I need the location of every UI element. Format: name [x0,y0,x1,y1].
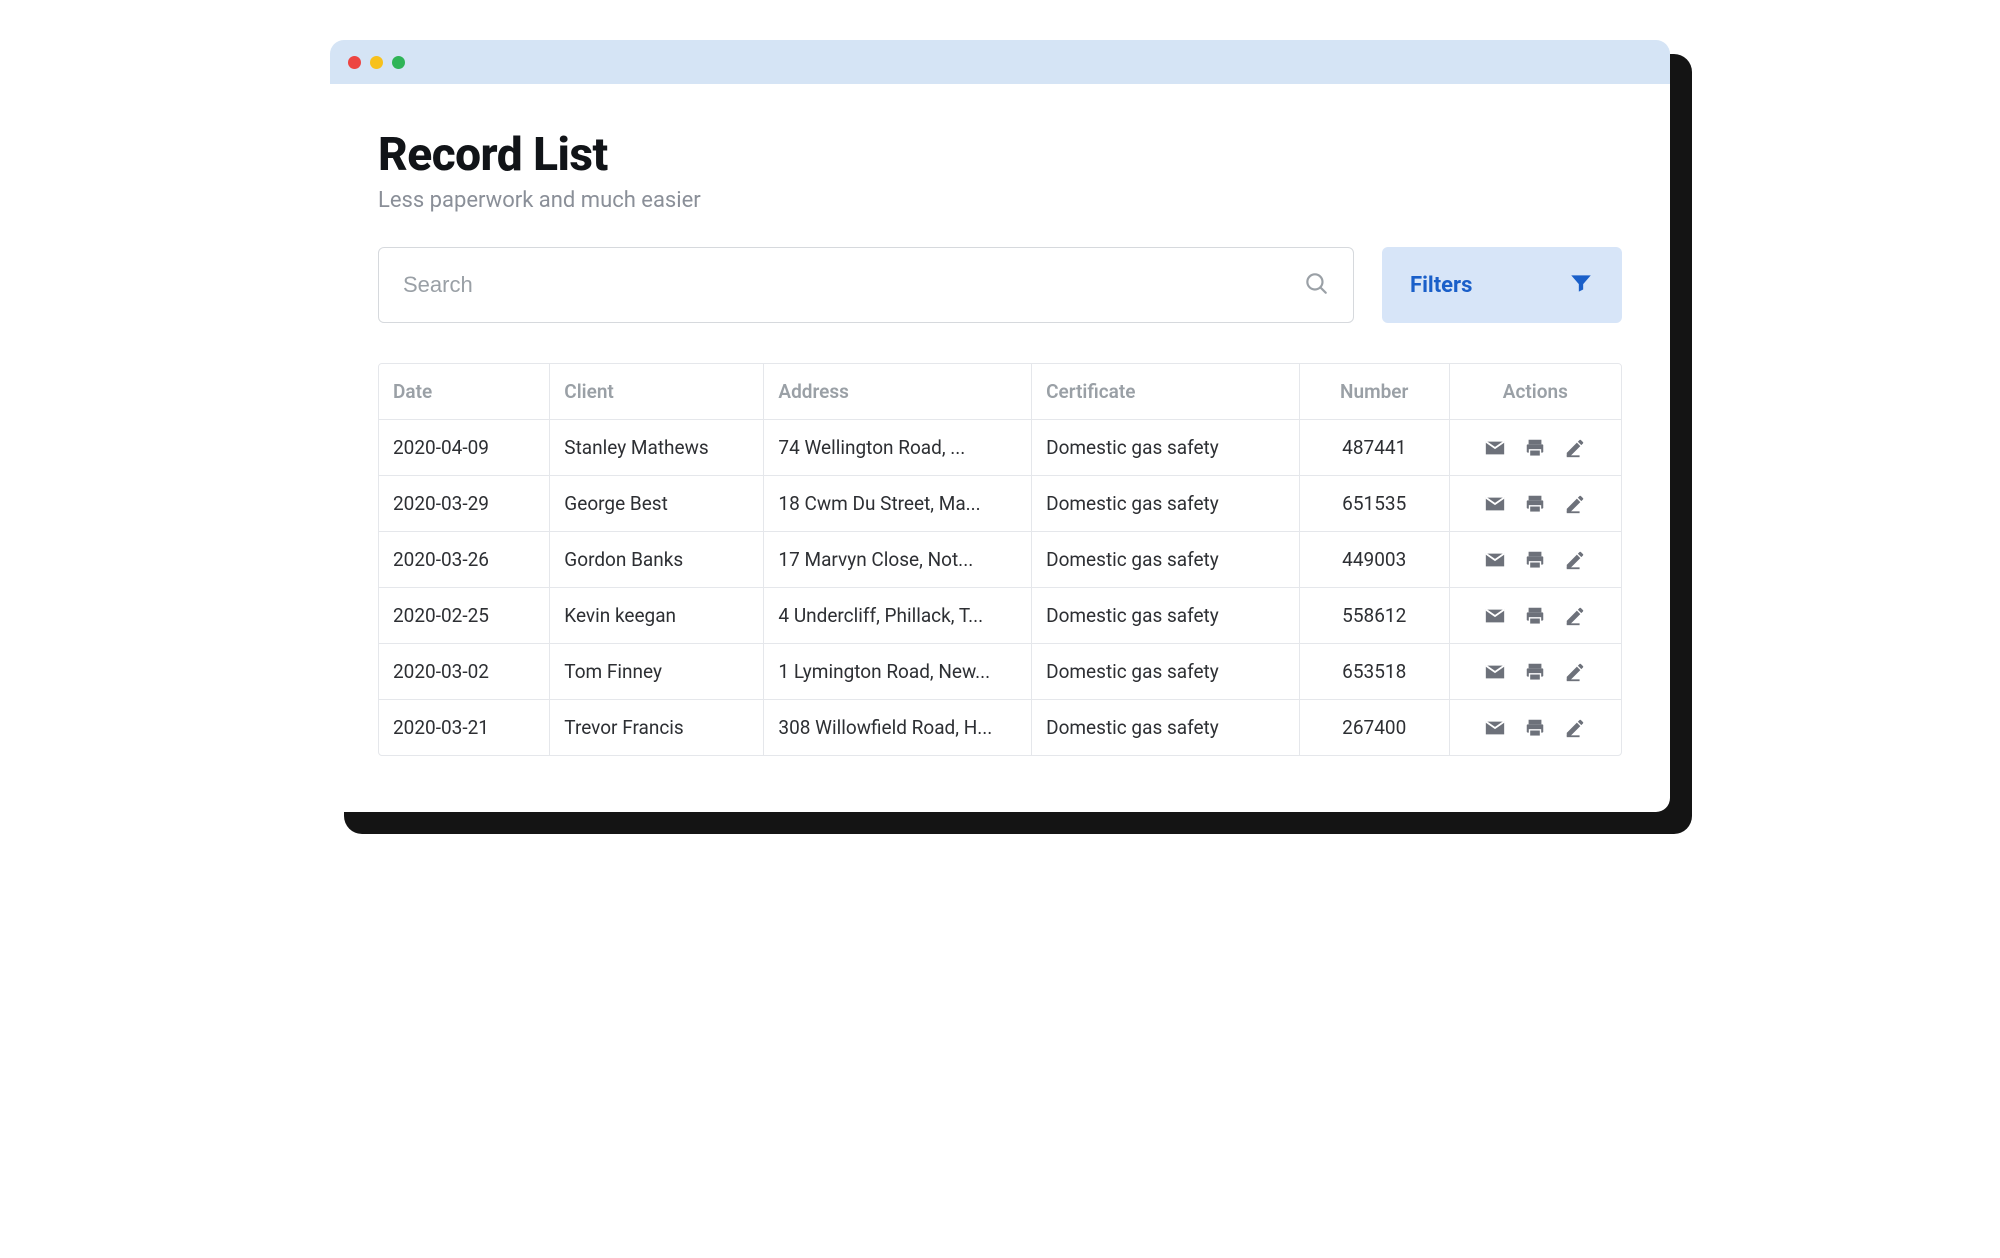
cell-actions [1450,700,1621,755]
cell-date: 2020-03-21 [379,700,550,755]
print-icon[interactable] [1524,717,1546,739]
cell-actions [1450,588,1621,644]
cell-client: Kevin keegan [550,588,764,644]
cell-number: 651535 [1300,476,1450,532]
cell-number: 487441 [1300,420,1450,476]
cell-actions [1450,420,1621,476]
records-table: Date Client Address Certificate Number A… [378,363,1622,756]
col-header-certificate: Certificate [1032,364,1300,420]
col-header-address: Address [764,364,1032,420]
mail-icon[interactable] [1484,605,1506,627]
cell-certificate: Domestic gas safety [1032,420,1300,476]
edit-icon[interactable] [1564,437,1586,459]
cell-address: 17 Marvyn Close, Not... [764,532,1032,588]
cell-number: 558612 [1300,588,1450,644]
filter-icon [1568,270,1594,300]
cell-certificate: Domestic gas safety [1032,532,1300,588]
cell-actions [1450,532,1621,588]
search-input[interactable] [403,272,1303,298]
cell-number: 653518 [1300,644,1450,700]
app-window: Record List Less paperwork and much easi… [330,40,1670,812]
print-icon[interactable] [1524,661,1546,683]
cell-date: 2020-03-29 [379,476,550,532]
search-field[interactable] [378,247,1354,323]
table-row: 2020-03-29George Best18 Cwm Du Street, M… [379,476,1621,532]
edit-icon[interactable] [1564,493,1586,515]
cell-address: 1 Lymington Road, New... [764,644,1032,700]
table-row: 2020-04-09Stanley Mathews74 Wellington R… [379,420,1621,476]
col-header-actions: Actions [1450,364,1621,420]
cell-date: 2020-02-25 [379,588,550,644]
window-maximize-icon[interactable] [392,56,405,69]
page-title: Record List [378,128,1622,182]
edit-icon[interactable] [1564,717,1586,739]
cell-address: 4 Undercliff, Phillack, T... [764,588,1032,644]
cell-number: 267400 [1300,700,1450,755]
page-subtitle: Less paperwork and much easier [378,188,1622,213]
mail-icon[interactable] [1484,493,1506,515]
window-minimize-icon[interactable] [370,56,383,69]
toolbar: Filters [378,247,1622,323]
cell-certificate: Domestic gas safety [1032,588,1300,644]
filters-label: Filters [1410,273,1472,298]
cell-date: 2020-04-09 [379,420,550,476]
print-icon[interactable] [1524,437,1546,459]
col-header-date: Date [379,364,550,420]
mail-icon[interactable] [1484,437,1506,459]
mail-icon[interactable] [1484,717,1506,739]
cell-address: 74 Wellington Road, ... [764,420,1032,476]
cell-client: Stanley Mathews [550,420,764,476]
edit-icon[interactable] [1564,549,1586,571]
mail-icon[interactable] [1484,661,1506,683]
print-icon[interactable] [1524,605,1546,627]
cell-actions [1450,476,1621,532]
filters-button[interactable]: Filters [1382,247,1622,323]
table-row: 2020-02-25Kevin keegan4 Undercliff, Phil… [379,588,1621,644]
cell-client: Gordon Banks [550,532,764,588]
edit-icon[interactable] [1564,605,1586,627]
mail-icon[interactable] [1484,549,1506,571]
table-row: 2020-03-21Trevor Francis308 Willowfield … [379,700,1621,755]
window-close-icon[interactable] [348,56,361,69]
cell-client: Trevor Francis [550,700,764,755]
cell-address: 308 Willowfield Road, H... [764,700,1032,755]
cell-client: Tom Finney [550,644,764,700]
cell-certificate: Domestic gas safety [1032,700,1300,755]
page-content: Record List Less paperwork and much easi… [330,84,1670,812]
edit-icon[interactable] [1564,661,1586,683]
print-icon[interactable] [1524,549,1546,571]
window-titlebar [330,40,1670,84]
cell-actions [1450,644,1621,700]
cell-date: 2020-03-02 [379,644,550,700]
table-row: 2020-03-02Tom Finney1 Lymington Road, Ne… [379,644,1621,700]
search-icon [1303,270,1329,300]
cell-certificate: Domestic gas safety [1032,476,1300,532]
col-header-client: Client [550,364,764,420]
table-row: 2020-03-26Gordon Banks17 Marvyn Close, N… [379,532,1621,588]
cell-client: George Best [550,476,764,532]
cell-number: 449003 [1300,532,1450,588]
cell-date: 2020-03-26 [379,532,550,588]
cell-certificate: Domestic gas safety [1032,644,1300,700]
table-header-row: Date Client Address Certificate Number A… [379,364,1621,420]
print-icon[interactable] [1524,493,1546,515]
col-header-number: Number [1300,364,1450,420]
cell-address: 18 Cwm Du Street, Ma... [764,476,1032,532]
